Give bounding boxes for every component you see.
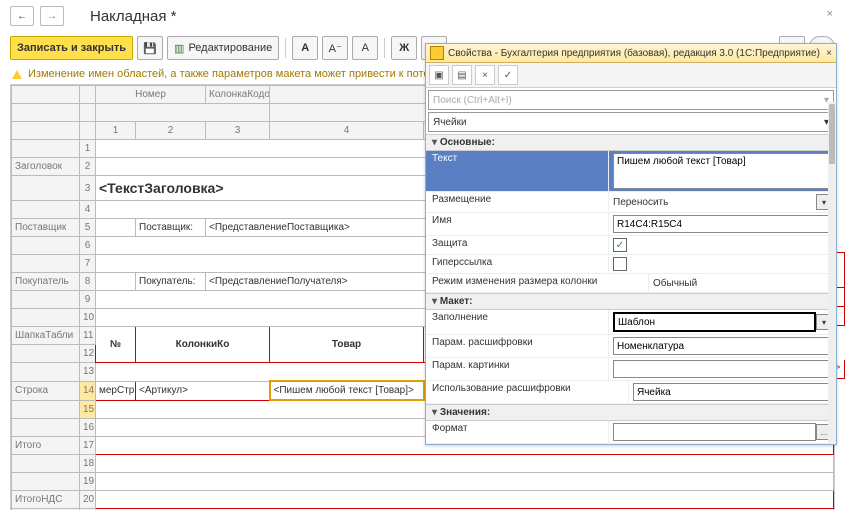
prop-pic-param[interactable]: Парам. картинки — [426, 358, 836, 381]
section-main[interactable]: Основные: — [426, 134, 836, 151]
checkbox-unchecked-icon[interactable] — [613, 257, 627, 271]
properties-search[interactable]: Поиск (Ctrl+Alt+I)▾ — [428, 90, 834, 110]
prop-placement[interactable]: Размещение Переносить▾ — [426, 192, 836, 213]
prop-format[interactable]: Формат ... — [426, 421, 836, 444]
prop-text[interactable]: Текст Пишем любой текст [Товар] — [426, 151, 836, 192]
panel-tool-1[interactable]: ▣ — [429, 65, 449, 85]
properties-scope-combo[interactable]: Ячейки▾ — [428, 112, 834, 132]
section-layout[interactable]: Макет: — [426, 293, 836, 310]
properties-panel[interactable]: Свойства - Бухгалтерия предприятия (базо… — [425, 43, 837, 445]
warning-icon — [12, 70, 22, 79]
prop-protect[interactable]: Защита ✓ — [426, 236, 836, 255]
prop-fill[interactable]: Заполнение Шаблон▾ — [426, 310, 836, 335]
nav-back[interactable]: ← — [10, 6, 34, 26]
checkbox-checked-icon[interactable]: ✓ — [613, 238, 627, 252]
prop-hyperlink[interactable]: Гиперссылка — [426, 255, 836, 274]
app-icon — [430, 46, 444, 60]
panel-tool-apply[interactable]: ✓ — [498, 65, 518, 85]
font-smaller-button[interactable]: A⁻ — [322, 36, 348, 60]
font-a-button[interactable]: A — [292, 36, 318, 60]
prop-column-resize[interactable]: Режим изменения размера колонки Обычный — [426, 274, 836, 293]
prop-detail-param[interactable]: Парам. расшифровки Номенклатура — [426, 335, 836, 358]
bold-button[interactable]: Ж — [391, 36, 417, 60]
page-title: Накладная * — [70, 8, 177, 25]
panel-tool-2[interactable]: ▤ — [452, 65, 472, 85]
close-icon[interactable]: × — [827, 8, 833, 20]
panel-tool-clear[interactable]: × — [475, 65, 495, 85]
edit-button[interactable]: ▥Редактирование — [167, 36, 279, 60]
selected-cell[interactable]: <Пишем любой текст [Товар]> — [270, 381, 424, 400]
panel-v-scrollbar[interactable] — [828, 102, 836, 444]
prop-name[interactable]: Имя R14C4:R15C4 — [426, 213, 836, 236]
prop-use-detail[interactable]: Использование расшифровки Ячейка — [426, 381, 836, 404]
properties-titlebar[interactable]: Свойства - Бухгалтерия предприятия (базо… — [426, 44, 836, 63]
font-larger-button[interactable]: A — [352, 36, 378, 60]
panel-close-icon[interactable]: × — [826, 48, 832, 59]
section-values[interactable]: Значения: — [426, 404, 836, 421]
save-button[interactable]: 💾 — [137, 36, 163, 60]
nav-forward[interactable]: → — [40, 6, 64, 26]
save-and-close-button[interactable]: Записать и закрыть — [10, 36, 133, 60]
